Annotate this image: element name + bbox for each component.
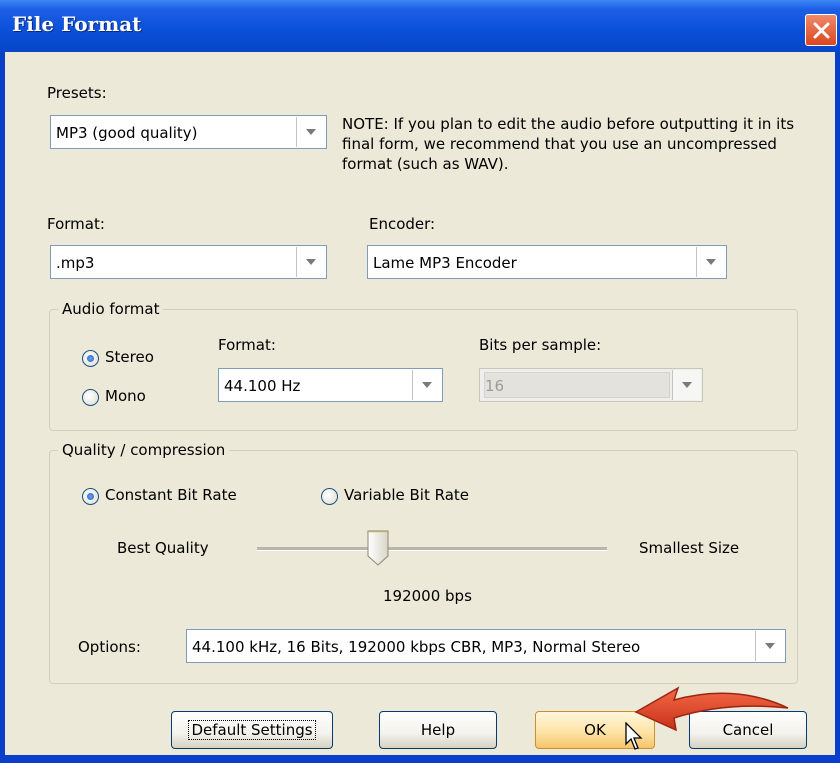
bits-per-sample-field — [484, 372, 670, 398]
presets-label: Presets: — [47, 84, 107, 102]
format-dropdown[interactable]: .mp3 — [50, 245, 327, 279]
audio-format-legend: Audio format — [58, 300, 164, 318]
dropdown-arrow-icon — [422, 382, 432, 388]
dropdown-arrow-icon — [682, 382, 692, 388]
mouse-cursor-icon — [625, 722, 643, 750]
title-bar[interactable]: File Format — [0, 0, 840, 52]
dropdown-arrow-icon — [306, 259, 316, 265]
presets-value: MP3 (good quality) — [56, 124, 198, 142]
presets-note: NOTE: If you plan to edit the audio befo… — [342, 115, 795, 173]
options-dropdown[interactable]: 44.100 kHz, 16 Bits, 192000 kbps CBR, MP… — [186, 629, 786, 663]
default-settings-button[interactable]: Default Settings — [171, 711, 333, 749]
dropdown-arrow-icon — [706, 259, 716, 265]
bits-per-sample-label: Bits per sample: — [479, 336, 602, 354]
stereo-radio[interactable] — [82, 350, 99, 367]
window-title: File Format — [12, 12, 142, 36]
encoder-label: Encoder: — [369, 215, 436, 233]
bits-per-sample-value: 16 — [485, 377, 505, 395]
quality-slider-thumb[interactable] — [367, 530, 389, 566]
encoder-dropdown-button[interactable] — [696, 247, 725, 277]
variable-bit-rate-radio[interactable] — [321, 488, 338, 505]
dropdown-arrow-icon — [306, 129, 316, 135]
format-label: Format: — [47, 215, 105, 233]
smallest-size-label: Smallest Size — [639, 539, 740, 557]
options-dropdown-button[interactable] — [755, 631, 784, 661]
dialog-body: Presets: MP3 (good quality) NOTE: If you… — [5, 52, 835, 755]
default-settings-label: Default Settings — [188, 720, 316, 740]
encoder-value: Lame MP3 Encoder — [373, 254, 517, 272]
mono-label[interactable]: Mono — [105, 387, 146, 405]
sample-rate-value: 44.100 Hz — [224, 377, 301, 395]
sample-rate-dropdown-button[interactable] — [412, 370, 441, 400]
quality-slider-track[interactable] — [257, 547, 607, 551]
help-button[interactable]: Help — [379, 711, 497, 749]
stereo-label[interactable]: Stereo — [105, 348, 154, 366]
presets-dropdown-button[interactable] — [296, 117, 325, 147]
options-value: 44.100 kHz, 16 Bits, 192000 kbps CBR, MP… — [192, 638, 641, 656]
mono-radio[interactable] — [82, 389, 99, 406]
best-quality-label: Best Quality — [117, 539, 209, 557]
format-value: .mp3 — [56, 254, 95, 272]
file-format-dialog: File Format Presets: MP3 (good quality) … — [0, 0, 840, 763]
bits-per-sample-dropdown-button — [672, 370, 701, 400]
slider-thumb-icon — [367, 530, 389, 566]
close-icon — [813, 22, 830, 39]
format-dropdown-button[interactable] — [296, 247, 325, 277]
variable-bit-rate-label[interactable]: Variable Bit Rate — [344, 486, 469, 504]
encoder-dropdown[interactable]: Lame MP3 Encoder — [367, 245, 727, 279]
options-label: Options: — [78, 638, 141, 656]
bitrate-readout: 192000 bps — [383, 587, 472, 605]
dropdown-arrow-icon — [765, 643, 775, 649]
constant-bit-rate-label[interactable]: Constant Bit Rate — [105, 486, 237, 504]
sample-rate-label: Format: — [218, 336, 276, 354]
sample-rate-dropdown[interactable]: 44.100 Hz — [218, 368, 443, 402]
close-button[interactable] — [805, 14, 837, 46]
constant-bit-rate-radio[interactable] — [82, 488, 99, 505]
quality-legend: Quality / compression — [58, 441, 230, 459]
presets-dropdown[interactable]: MP3 (good quality) — [50, 115, 327, 149]
help-label: Help — [420, 721, 456, 739]
bits-per-sample-dropdown: 16 — [479, 368, 703, 402]
